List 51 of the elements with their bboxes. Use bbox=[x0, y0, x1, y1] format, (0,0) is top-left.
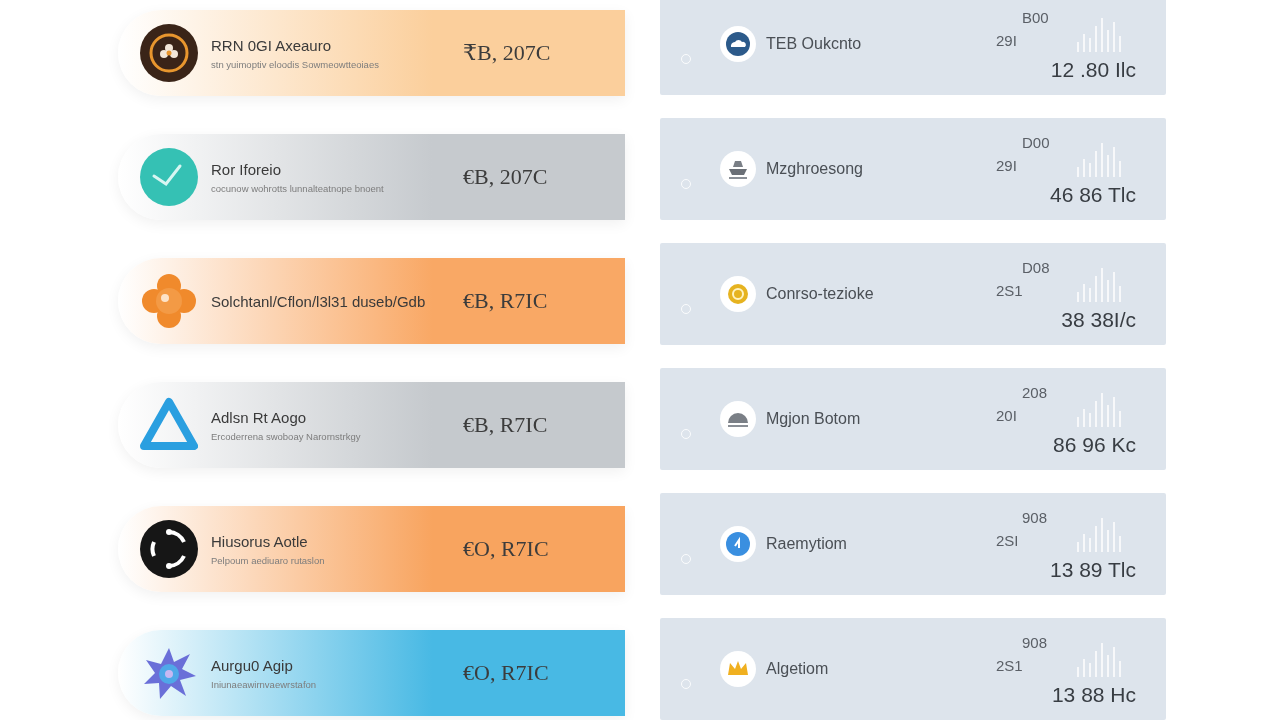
asset-name: Raemytiom bbox=[766, 535, 848, 553]
dome-icon bbox=[720, 401, 756, 437]
ship-icon bbox=[720, 151, 756, 187]
check-circle-icon bbox=[140, 148, 198, 206]
asset-figure: 2SI bbox=[995, 531, 1019, 549]
asset-name: Conrso-tezioke bbox=[766, 285, 875, 303]
asset-figure: 2S1 bbox=[995, 281, 1023, 299]
coin-icon bbox=[720, 276, 756, 312]
asset-figure: 29I bbox=[995, 156, 1017, 174]
offer-price: €O, R7IC bbox=[463, 660, 549, 686]
asset-value: 46 86 Tlc bbox=[1050, 183, 1136, 207]
offer-title: Adlsn Rt Aogo bbox=[211, 408, 308, 426]
offer-price: €B, R7IC bbox=[463, 412, 548, 438]
offer-price: €B, 207C bbox=[463, 164, 548, 190]
asset-figure: 908 bbox=[1022, 509, 1049, 526]
asset-value: 13 89 Tlc bbox=[1050, 558, 1136, 582]
asset-figure: D00 bbox=[1022, 134, 1051, 151]
asset-figure: 208 bbox=[1022, 384, 1049, 401]
cloud-icon bbox=[720, 26, 756, 62]
offer-title: RRN 0GI Axeauro bbox=[211, 36, 333, 54]
offer-subtitle: Iniunaeawirnvaewrstafon bbox=[211, 678, 318, 690]
asset-value: 12 .80 Ilc bbox=[1050, 58, 1136, 82]
asset-value: 86 96 Kc bbox=[1053, 433, 1136, 457]
offer-subtitle: Pelpoum aediuaro rutaslon bbox=[211, 554, 326, 566]
asset-figure: 2S1 bbox=[995, 656, 1023, 674]
offer-price: €B, R7IC bbox=[463, 288, 548, 314]
asset-figure: 29I bbox=[995, 31, 1017, 49]
offer-subtitle: cocunow wohrotts lunnalteatnope bnoent bbox=[211, 182, 385, 194]
flower-icon bbox=[140, 272, 198, 330]
asset-figure: 908 bbox=[1022, 634, 1049, 651]
asset-name: TEB Oukcnto bbox=[766, 35, 863, 53]
asset-name: Mzghroesong bbox=[766, 160, 864, 178]
offer-price: €O, R7IC bbox=[463, 536, 549, 562]
broken-ring-icon bbox=[140, 520, 198, 578]
asset-name: Algetiom bbox=[766, 660, 830, 678]
asset-value: 38 38I/c bbox=[1061, 308, 1136, 332]
asset-value: 13 88 Hc bbox=[1051, 683, 1136, 707]
offer-price: ₹B, 207C bbox=[463, 40, 551, 66]
offer-title: Solchtanl/Cflon/l3l31 duseb/Gdb bbox=[211, 292, 427, 310]
crown-icon bbox=[720, 651, 756, 687]
asset-figure: B00 bbox=[1022, 9, 1050, 26]
offer-title: Aurgu0 Agip bbox=[211, 656, 294, 674]
offer-title: Hiusorus Aotle bbox=[211, 532, 309, 550]
asset-name: Mgjon Botom bbox=[766, 410, 862, 428]
flower-badge-icon bbox=[140, 24, 198, 82]
asset-figure: 20I bbox=[995, 406, 1017, 424]
offer-title: Ror Iforeio bbox=[211, 160, 283, 178]
asset-figure: D08 bbox=[1022, 259, 1051, 276]
offer-subtitle: Ercoderrena swoboay Narornstrkgy bbox=[211, 430, 362, 442]
round-badge-icon bbox=[720, 526, 756, 562]
offer-subtitle: stn yuimoptiv eloodis Sowmeowtteoiaes bbox=[211, 58, 380, 70]
